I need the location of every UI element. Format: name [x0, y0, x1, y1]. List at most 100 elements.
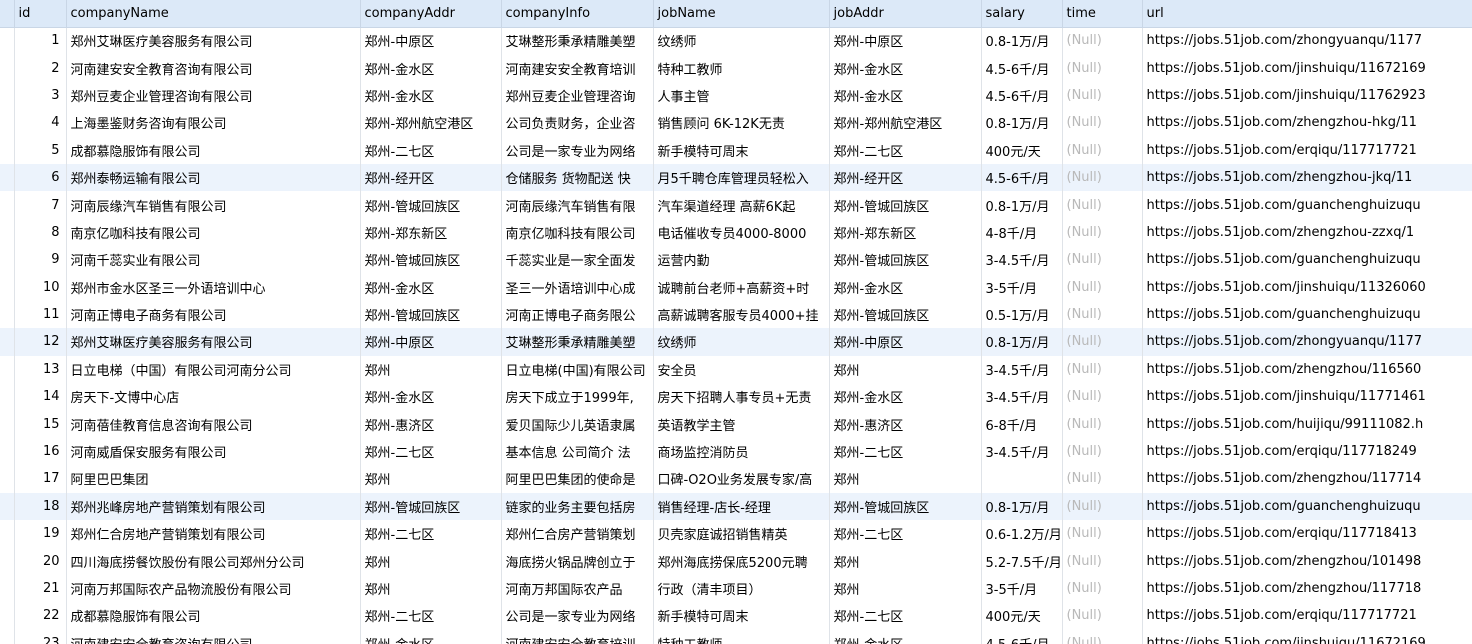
cell-url[interactable]: https://jobs.51job.com/zhengzhou-zzxq/1 [1142, 218, 1472, 247]
row-selector[interactable] [0, 136, 15, 164]
cell-salary[interactable]: 3-4.5千/月 [981, 383, 1063, 411]
cell-id[interactable]: 6 [14, 163, 67, 192]
cell-companyAddr[interactable]: 郑州-中原区 [360, 328, 502, 356]
cell-salary[interactable]: 3-5千/月 [981, 574, 1063, 603]
cell-companyAddr[interactable]: 郑州-经开区 [360, 163, 502, 192]
cell-jobAddr[interactable]: 郑州 [829, 465, 982, 493]
cell-time[interactable]: (Null) [1062, 629, 1143, 644]
cell-id[interactable]: 12 [14, 328, 67, 356]
cell-jobName[interactable]: 汽车渠道经理 高薪6K起 [653, 191, 830, 219]
cell-jobName[interactable]: 房天下招聘人事专员+无责 [653, 383, 830, 411]
cell-url[interactable]: https://jobs.51job.com/guanchenghuizuqu [1142, 246, 1472, 274]
row-selector[interactable] [0, 163, 15, 192]
cell-companyAddr[interactable]: 郑州-金水区 [360, 383, 502, 411]
cell-time[interactable]: (Null) [1062, 54, 1143, 82]
cell-url[interactable]: https://jobs.51job.com/erqiqu/117718413 [1142, 520, 1472, 548]
table-row[interactable]: 4 上海墨鉴财务咨询有限公司 郑州-郑州航空港区 公司负责财务，企业咨 销售顾问 6K-… [0, 109, 1472, 137]
table-row[interactable]: 11 河南正博电子商务有限公司 郑州-管城回族区 河南正博电子商务限公 高薪诚聘客服专员… [0, 300, 1472, 329]
cell-salary[interactable]: 4-8千/月 [981, 218, 1063, 247]
table-row[interactable]: 6 郑州泰畅运输有限公司 郑州-经开区 仓储服务 货物配送 快月5千聘仓库管理员轻松入… [0, 163, 1472, 192]
cell-salary[interactable]: 400元/天 [981, 136, 1063, 164]
cell-id[interactable]: 5 [14, 136, 67, 164]
cell-salary[interactable]: 3-4.5千/月 [981, 355, 1063, 384]
cell-id[interactable]: 10 [14, 273, 67, 301]
cell-companyAddr[interactable]: 郑州 [360, 574, 502, 603]
column-header-jobAddr[interactable]: jobAddr [829, 0, 982, 28]
cell-url[interactable]: https://jobs.51job.com/jinshuiqu/1177146… [1142, 383, 1472, 411]
cell-id[interactable]: 11 [14, 300, 67, 329]
cell-id[interactable]: 17 [14, 465, 67, 493]
cell-jobAddr[interactable]: 郑州-二七区 [829, 520, 982, 548]
cell-companyAddr[interactable]: 郑州-惠济区 [360, 410, 502, 438]
cell-salary[interactable]: 0.8-1万/月 [981, 191, 1063, 219]
cell-url[interactable]: https://jobs.51job.com/zhengzhou-hkg/11 [1142, 109, 1472, 137]
cell-jobAddr[interactable]: 郑州-管城回族区 [829, 246, 982, 274]
cell-time[interactable]: (Null) [1062, 218, 1143, 247]
column-header-url[interactable]: url [1142, 0, 1472, 28]
cell-companyInfo[interactable]: 爱贝国际少儿英语隶属 [501, 410, 654, 438]
table-row[interactable]: 9 河南千蕊实业有限公司 郑州-管城回族区 千蕊实业是一家全面发 运营内勤 郑州-管城回族… [0, 246, 1472, 274]
cell-url[interactable]: https://jobs.51job.com/erqiqu/117718249 [1142, 437, 1472, 466]
cell-companyInfo[interactable]: 阿里巴巴集团的使命是 [501, 465, 654, 493]
table-row[interactable]: 1 郑州艾琳医疗美容服务有限公司 郑州-中原区 艾琳整形秉承精雕美塑 纹绣师 郑州-中原区… [0, 27, 1472, 55]
row-selector[interactable] [0, 465, 15, 493]
cell-salary[interactable]: 4.5-6千/月 [981, 54, 1063, 82]
cell-salary[interactable]: 3-4.5千/月 [981, 246, 1063, 274]
row-selector[interactable] [0, 246, 15, 274]
cell-time[interactable]: (Null) [1062, 410, 1143, 438]
cell-time[interactable]: (Null) [1062, 574, 1143, 603]
cell-salary[interactable]: 0.8-1万/月 [981, 328, 1063, 356]
cell-companyInfo[interactable]: 千蕊实业是一家全面发 [501, 246, 654, 274]
cell-jobAddr[interactable]: 郑州-金水区 [829, 54, 982, 82]
cell-companyName[interactable]: 河南威盾保安服务有限公司 [66, 437, 361, 466]
cell-jobAddr[interactable]: 郑州-二七区 [829, 602, 982, 630]
row-selector[interactable] [0, 492, 15, 521]
column-header-companyName[interactable]: companyName [66, 0, 361, 28]
cell-jobAddr[interactable]: 郑州-二七区 [829, 437, 982, 466]
cell-companyAddr[interactable]: 郑州-管城回族区 [360, 191, 502, 219]
cell-time[interactable]: (Null) [1062, 81, 1143, 110]
cell-companyAddr[interactable]: 郑州 [360, 547, 502, 575]
table-row[interactable]: 12 郑州艾琳医疗美容服务有限公司 郑州-中原区 艾琳整形秉承精雕美塑 纹绣师 郑州-中原… [0, 328, 1472, 356]
cell-companyInfo[interactable]: 链家的业务主要包括房 [501, 492, 654, 521]
cell-companyInfo[interactable]: 房天下成立于1999年, [501, 383, 654, 411]
cell-time[interactable]: (Null) [1062, 273, 1143, 301]
cell-companyAddr[interactable]: 郑州 [360, 465, 502, 493]
cell-time[interactable]: (Null) [1062, 602, 1143, 630]
cell-companyAddr[interactable]: 郑州-金水区 [360, 273, 502, 301]
cell-jobAddr[interactable]: 郑州-金水区 [829, 629, 982, 644]
row-selector[interactable] [0, 574, 15, 603]
cell-companyName[interactable]: 郑州市金水区圣三一外语培训中心 [66, 273, 361, 301]
cell-companyName[interactable]: 河南蓓佳教育信息咨询有限公司 [66, 410, 361, 438]
table-row[interactable]: 21 河南万邦国际农产品物流股份有限公司 郑州 河南万邦国际农产品 行政（清丰项目）郑… [0, 574, 1472, 603]
cell-id[interactable]: 8 [14, 218, 67, 247]
cell-jobName[interactable]: 英语教学主管 [653, 410, 830, 438]
cell-companyInfo[interactable]: 艾琳整形秉承精雕美塑 [501, 27, 654, 55]
column-header-id[interactable]: id [14, 0, 67, 28]
cell-jobName[interactable]: 新手模特可周末 [653, 602, 830, 630]
cell-url[interactable]: https://jobs.51job.com/jinshuiqu/1132606… [1142, 273, 1472, 301]
table-row[interactable]: 10 郑州市金水区圣三一外语培训中心 郑州-金水区 圣三一外语培训中心成 诚聘前台老师+… [0, 273, 1472, 301]
row-selector[interactable] [0, 355, 15, 384]
table-row[interactable]: 17 阿里巴巴集团 郑州 阿里巴巴集团的使命是 口碑-O2O业务发展专家/高 郑州 (Nul… [0, 465, 1472, 493]
row-selector[interactable] [0, 191, 15, 219]
table-row[interactable]: 2 河南建安安全教育咨询有限公司 郑州-金水区 河南建安安全教育培训 特种工教师 郑州-金… [0, 54, 1472, 82]
row-selector[interactable] [0, 54, 15, 82]
cell-companyInfo[interactable]: 日立电梯(中国)有限公司 [501, 355, 654, 384]
cell-url[interactable]: https://jobs.51job.com/jinshuiqu/1167216… [1142, 54, 1472, 82]
cell-companyName[interactable]: 郑州仁合房地产营销策划有限公司 [66, 520, 361, 548]
cell-url[interactable]: https://jobs.51job.com/zhengzhou/117714 [1142, 465, 1472, 493]
cell-salary[interactable] [981, 465, 1063, 493]
cell-jobName[interactable]: 贝壳家庭诚招销售精英 [653, 520, 830, 548]
cell-companyInfo[interactable]: 圣三一外语培训中心成 [501, 273, 654, 301]
cell-salary[interactable]: 0.6-1.2万/月 [981, 520, 1063, 548]
cell-companyInfo[interactable]: 基本信息 公司简介 法 [501, 437, 654, 466]
cell-time[interactable]: (Null) [1062, 465, 1143, 493]
row-selector[interactable] [0, 109, 15, 137]
cell-jobAddr[interactable]: 郑州 [829, 574, 982, 603]
cell-companyName[interactable]: 郑州艾琳医疗美容服务有限公司 [66, 27, 361, 55]
cell-companyName[interactable]: 日立电梯（中国）有限公司河南分公司 [66, 355, 361, 384]
cell-salary[interactable]: 3-4.5千/月 [981, 437, 1063, 466]
cell-companyInfo[interactable]: 南京亿咖科技有限公司 [501, 218, 654, 247]
cell-time[interactable]: (Null) [1062, 328, 1143, 356]
